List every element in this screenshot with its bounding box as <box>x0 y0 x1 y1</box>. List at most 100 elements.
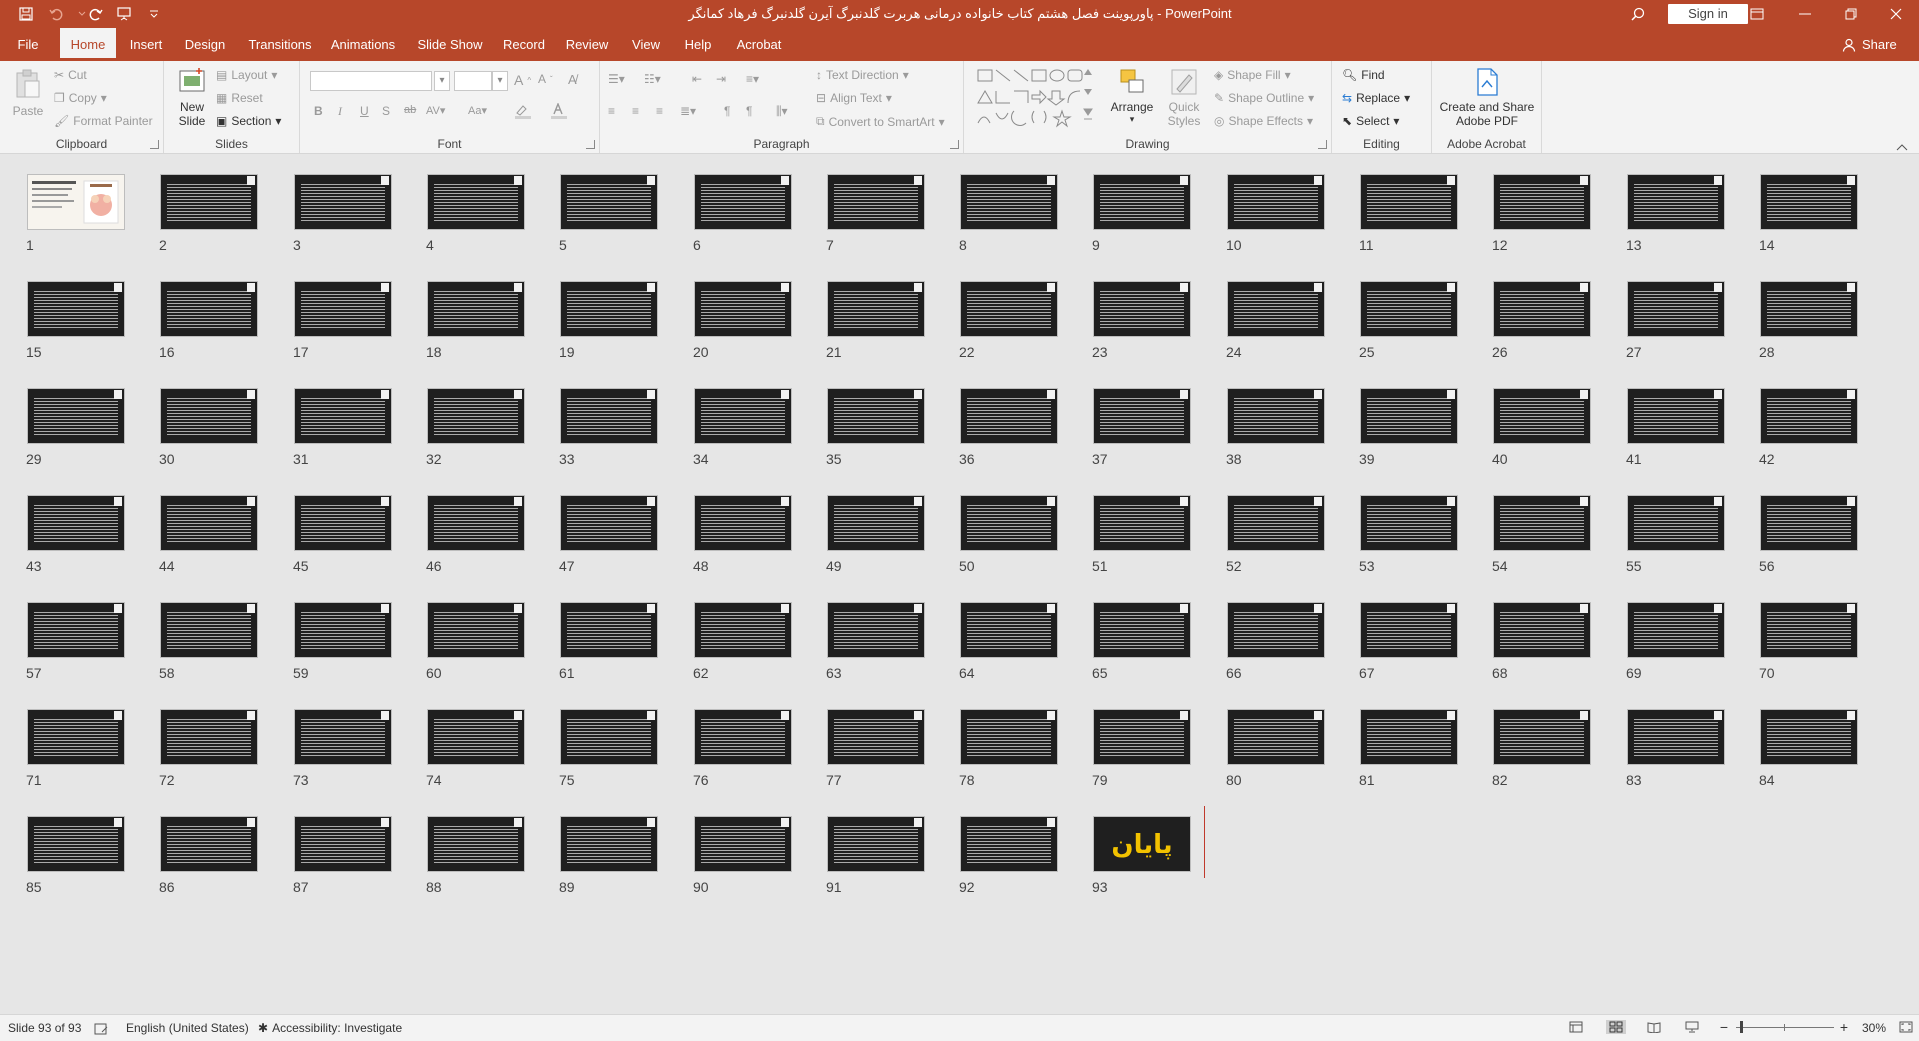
slide-thumbnail[interactable] <box>827 816 925 872</box>
align-text-button[interactable]: ⊟ Align Text ▾ <box>816 91 892 105</box>
convert-smartart-button[interactable]: ⧉ Convert to SmartArt ▾ <box>816 114 945 129</box>
slide-thumbnail[interactable] <box>960 495 1058 551</box>
slide-thumbnail[interactable] <box>960 174 1058 230</box>
zoom-slider[interactable] <box>1736 1027 1834 1028</box>
bullets-icon[interactable]: ☰▾ <box>608 72 625 86</box>
slide-thumbnail[interactable] <box>694 281 792 337</box>
shapes-gallery[interactable] <box>976 67 1096 131</box>
tab-review[interactable]: Review <box>560 28 614 61</box>
minimize-icon[interactable] <box>1782 0 1828 28</box>
slide-counter[interactable]: Slide 93 of 93 <box>8 1015 81 1041</box>
slide-thumbnail[interactable] <box>827 281 925 337</box>
tab-slide-show[interactable]: Slide Show <box>410 28 490 61</box>
share-button[interactable]: Share <box>1842 28 1897 61</box>
slide-thumbnail[interactable] <box>427 602 525 658</box>
slide-thumbnail[interactable] <box>1627 174 1725 230</box>
slide-thumbnail[interactable] <box>560 174 658 230</box>
normal-view-icon[interactable] <box>1568 1020 1584 1034</box>
slide-thumbnail[interactable] <box>1093 388 1191 444</box>
slide-thumbnail[interactable] <box>294 709 392 765</box>
slide-thumbnail[interactable] <box>827 602 925 658</box>
replace-button[interactable]: ⇆ Replace ▾ <box>1342 91 1410 105</box>
increase-indent-icon[interactable]: ⇥ <box>716 72 726 86</box>
slide-thumbnail[interactable] <box>427 388 525 444</box>
slide-thumbnail[interactable] <box>694 388 792 444</box>
slide-thumbnail[interactable] <box>427 709 525 765</box>
underline-icon[interactable]: U <box>360 104 369 118</box>
zoom-in-icon[interactable]: + <box>1836 1019 1852 1035</box>
slide-thumbnail[interactable] <box>1360 281 1458 337</box>
slide-thumbnail[interactable] <box>160 602 258 658</box>
tab-help[interactable]: Help <box>676 28 720 61</box>
font-color-icon[interactable] <box>550 103 572 119</box>
slide-thumbnail[interactable] <box>1760 174 1858 230</box>
arrange-button[interactable]: Arrange ▾ <box>1110 67 1154 125</box>
slide-thumbnail[interactable] <box>1227 495 1325 551</box>
slide-thumbnail[interactable] <box>27 602 125 658</box>
shape-fill-button[interactable]: ◈ Shape Fill ▾ <box>1214 68 1291 82</box>
slide-thumbnail[interactable] <box>427 816 525 872</box>
layout-button[interactable]: ▤ Layout ▾ <box>216 68 277 82</box>
slide-thumbnail[interactable] <box>960 816 1058 872</box>
slide-thumbnail[interactable] <box>294 816 392 872</box>
slide-thumbnail[interactable] <box>160 816 258 872</box>
decrease-indent-icon[interactable]: ⇤ <box>692 72 702 86</box>
language-indicator[interactable]: English (United States) <box>126 1015 249 1041</box>
close-icon[interactable] <box>1873 0 1919 28</box>
slide-thumbnail[interactable] <box>1493 281 1591 337</box>
slide-thumbnail[interactable] <box>960 602 1058 658</box>
slide-thumbnail[interactable] <box>1227 174 1325 230</box>
tab-home[interactable]: Home <box>60 28 116 61</box>
slide-thumbnail[interactable] <box>427 281 525 337</box>
slide-thumbnail[interactable] <box>694 709 792 765</box>
slide-thumbnail[interactable] <box>160 709 258 765</box>
shape-effects-button[interactable]: ◎ Shape Effects ▾ <box>1214 114 1313 128</box>
tab-acrobat[interactable]: Acrobat <box>730 28 788 61</box>
shape-outline-button[interactable]: ✎ Shape Outline ▾ <box>1214 91 1314 105</box>
slide-thumbnail[interactable] <box>1360 495 1458 551</box>
change-case-icon[interactable]: Aa▾ <box>468 104 487 117</box>
slide-thumbnail[interactable] <box>694 495 792 551</box>
select-button[interactable]: ⬉ Select ▾ <box>1342 114 1399 128</box>
reading-view-icon[interactable] <box>1646 1020 1662 1034</box>
slide-thumbnail[interactable] <box>27 709 125 765</box>
slide-thumbnail[interactable] <box>1627 709 1725 765</box>
paste-button[interactable]: Paste <box>8 67 48 118</box>
bold-icon[interactable]: B <box>314 104 323 118</box>
zoom-slider-thumb[interactable] <box>1740 1021 1743 1033</box>
slide-thumbnail[interactable] <box>960 388 1058 444</box>
slide-thumbnail[interactable] <box>827 495 925 551</box>
line-spacing-icon[interactable]: ≡▾ <box>746 72 759 86</box>
tab-transitions[interactable]: Transitions <box>244 28 316 61</box>
clear-formatting-icon[interactable]: A̸ <box>568 72 577 87</box>
font-size-chevron-icon[interactable]: ▾ <box>492 71 508 91</box>
tab-animations[interactable]: Animations <box>326 28 400 61</box>
slide-thumbnail[interactable] <box>694 816 792 872</box>
text-direction-button[interactable]: ↕ Text Direction ▾ <box>816 68 909 82</box>
cut-button[interactable]: ✂ Cut <box>54 68 87 82</box>
strikethrough-icon[interactable]: ab <box>404 104 416 116</box>
slide-thumbnail[interactable] <box>694 602 792 658</box>
slide-thumbnail[interactable] <box>294 602 392 658</box>
slide-thumbnail[interactable] <box>27 495 125 551</box>
clipboard-launcher-icon[interactable] <box>150 140 159 149</box>
slide-thumbnail[interactable] <box>827 709 925 765</box>
columns-icon[interactable]: ⫼▾ <box>776 104 788 119</box>
slide-thumbnail[interactable] <box>294 388 392 444</box>
fit-to-window-icon[interactable] <box>1898 1020 1914 1034</box>
slide-thumbnail[interactable] <box>1360 388 1458 444</box>
slide-thumbnail[interactable] <box>160 388 258 444</box>
slide-thumbnail[interactable] <box>1360 602 1458 658</box>
slide-thumbnail[interactable] <box>560 495 658 551</box>
tab-view[interactable]: View <box>624 28 668 61</box>
slide-thumbnail[interactable] <box>1093 602 1191 658</box>
slide-thumbnail[interactable] <box>1493 174 1591 230</box>
quick-styles-button[interactable]: Quick Styles <box>1162 67 1206 128</box>
customize-toolbar-icon[interactable] <box>142 3 166 25</box>
slide-thumbnail[interactable] <box>1493 602 1591 658</box>
find-button[interactable]: 🔍︎ Find <box>1342 68 1385 82</box>
slide-thumbnail[interactable] <box>1227 281 1325 337</box>
slide-thumbnail[interactable] <box>1093 281 1191 337</box>
slide-thumbnail[interactable] <box>1093 709 1191 765</box>
slide-thumbnail[interactable] <box>1760 495 1858 551</box>
